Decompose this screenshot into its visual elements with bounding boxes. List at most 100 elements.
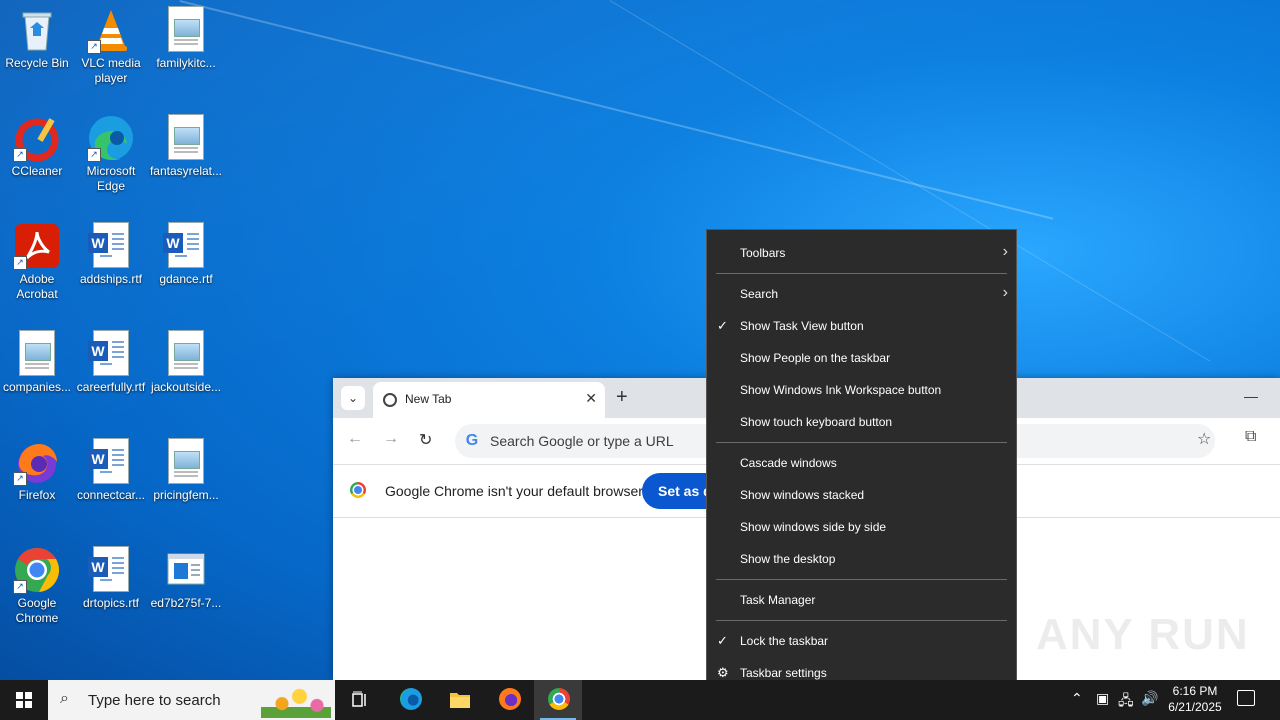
taskbar-context-menu: Toolbars › Search › ✓ Show Task View but… xyxy=(706,229,1017,697)
infobar-message: Google Chrome isn't your default browser xyxy=(385,483,643,499)
device-icon[interactable]: ▣ xyxy=(1096,690,1109,707)
tab-search-button[interactable]: ⌄ xyxy=(341,386,365,410)
menu-item-label: Lock the taskbar xyxy=(740,634,829,648)
task-view-button[interactable] xyxy=(336,680,384,720)
desktop-icon-addships[interactable]: W addships.rtf xyxy=(74,216,148,287)
taskbar-edge[interactable] xyxy=(386,680,434,720)
menu-separator xyxy=(716,442,1007,443)
desktop-icon-drtopics[interactable]: W drtopics.rtf xyxy=(74,540,148,611)
desktop-icon-ccleaner[interactable]: ↗ CCleaner xyxy=(0,108,74,179)
omnibox-placeholder: Search Google or type a URL xyxy=(490,433,674,449)
taskbar-clock[interactable]: 6:16 PM 6/21/2025 xyxy=(1160,683,1230,715)
desktop-icon-connectcar[interactable]: W connectcar... xyxy=(74,432,148,503)
volume-icon[interactable]: 🔊 xyxy=(1141,690,1158,707)
window-file-icon xyxy=(162,546,210,594)
tab-new-tab[interactable]: New Tab ✕ xyxy=(373,382,605,418)
chrome-icon xyxy=(548,688,570,710)
desktop-icon-jackoutside[interactable]: jackoutside... xyxy=(149,324,223,395)
desktop-icon-label: ed7b275f-7... xyxy=(150,596,222,610)
image-file-icon xyxy=(13,330,61,378)
edge-icon: ↗ xyxy=(87,114,135,162)
menu-separator xyxy=(716,620,1007,621)
menu-item-task-manager[interactable]: Task Manager xyxy=(707,584,1016,616)
reload-icon[interactable]: ↻ xyxy=(419,430,432,450)
desktop-icon-label: jackoutside... xyxy=(150,380,222,394)
desktop-icon-familykitc[interactable]: familykitc... xyxy=(149,0,223,71)
show-hidden-icons-chevron-icon[interactable]: ⌃ xyxy=(1071,690,1083,707)
word-file-icon: W xyxy=(87,330,135,378)
shortcut-arrow-icon: ↗ xyxy=(87,148,101,162)
close-tab-icon[interactable]: ✕ xyxy=(585,390,597,407)
network-icon[interactable]: 🖧 xyxy=(1118,690,1134,714)
action-center-icon[interactable] xyxy=(1237,690,1255,706)
menu-item-show-people[interactable]: Show People on the taskbar xyxy=(707,342,1016,374)
desktop-icon-vlc[interactable]: ↗ VLC media player xyxy=(74,0,148,86)
menu-item-windows-side-by-side[interactable]: Show windows side by side xyxy=(707,511,1016,543)
tab-title: New Tab xyxy=(405,392,452,406)
desktop-icon-label: Microsoft Edge xyxy=(86,164,136,193)
menu-item-search[interactable]: Search › xyxy=(707,278,1016,310)
start-button[interactable] xyxy=(0,680,48,720)
anyrun-watermark: ANY RUN xyxy=(1036,610,1250,659)
menu-item-label: Search xyxy=(740,287,779,301)
desktop-icon-pricingfem[interactable]: pricingfem... xyxy=(149,432,223,503)
menu-item-show-touch-keyboard[interactable]: Show touch keyboard button xyxy=(707,406,1016,438)
menu-item-show-desktop[interactable]: Show the desktop xyxy=(707,543,1016,575)
desktop-icon-acrobat[interactable]: ↗ Adobe Acrobat xyxy=(0,216,74,302)
taskbar-file-explorer[interactable] xyxy=(436,680,484,720)
menu-item-label: Show touch keyboard button xyxy=(740,415,893,429)
bookmark-star-icon[interactable]: ☆ xyxy=(1197,429,1211,449)
recycle-bin-icon xyxy=(13,6,61,54)
checkmark-icon: ✓ xyxy=(717,633,728,648)
extensions-puzzle-icon[interactable]: ⧉ xyxy=(1245,428,1256,446)
menu-item-cascade-windows[interactable]: Cascade windows xyxy=(707,447,1016,479)
desktop-icon-recycle-bin[interactable]: Recycle Bin xyxy=(0,0,74,71)
desktop-icon-careerfully[interactable]: W careerfully.rtf xyxy=(74,324,148,395)
gear-icon: ⚙ xyxy=(717,665,729,680)
desktop-icon-label: fantasyrelat... xyxy=(149,164,223,178)
minimize-button[interactable]: — xyxy=(1244,388,1258,404)
menu-item-toolbars[interactable]: Toolbars › xyxy=(707,237,1016,269)
desktop-icon-gdance[interactable]: W gdance.rtf xyxy=(149,216,223,287)
shortcut-arrow-icon: ↗ xyxy=(13,472,27,486)
chevron-right-icon: › xyxy=(1002,284,1008,301)
vlc-icon: ↗ xyxy=(87,6,135,54)
forward-arrow-icon[interactable]: → xyxy=(383,430,399,448)
clock-time: 6:16 PM xyxy=(1172,684,1218,698)
desktop-icon-companies[interactable]: companies... xyxy=(0,324,74,395)
desktop-icon-label: VLC media player xyxy=(81,56,141,85)
desktop-icon-ed7b275f[interactable]: ed7b275f-7... xyxy=(149,540,223,611)
menu-item-windows-stacked[interactable]: Show windows stacked xyxy=(707,479,1016,511)
menu-item-label: Toolbars xyxy=(740,246,786,260)
menu-item-label: Taskbar settings xyxy=(740,666,827,680)
taskbar: ⌕ Type here to search ⌃ ▣ 🖧 🔊 6:16 PM 6/… xyxy=(0,680,1280,720)
menu-item-show-ink-workspace[interactable]: Show Windows Ink Workspace button xyxy=(707,374,1016,406)
menu-item-label: Show Task View button xyxy=(740,319,864,333)
desktop-icon-edge[interactable]: ↗ Microsoft Edge xyxy=(74,108,148,194)
image-file-icon xyxy=(162,6,210,54)
firefox-icon: ↗ xyxy=(13,438,61,486)
desktop-icon-label: Adobe Acrobat xyxy=(16,272,58,301)
desktop-icon-chrome[interactable]: ↗ Google Chrome xyxy=(0,540,74,626)
menu-item-label: Show People on the taskbar xyxy=(740,351,891,365)
desktop-icon-fantasyrelat[interactable]: fantasyrelat... xyxy=(149,108,223,179)
acrobat-icon: ↗ xyxy=(13,222,61,270)
menu-item-label: Show the desktop xyxy=(740,552,836,566)
taskbar-search-box[interactable]: ⌕ Type here to search xyxy=(48,680,335,720)
menu-item-show-task-view[interactable]: ✓ Show Task View button xyxy=(707,310,1016,342)
desktop-icon-label: gdance.rtf xyxy=(159,272,213,286)
new-tab-button[interactable]: + xyxy=(616,386,628,408)
desktop-icon-firefox[interactable]: ↗ Firefox xyxy=(0,432,74,503)
desktop-icon-label: CCleaner xyxy=(11,164,63,178)
taskbar-firefox[interactable] xyxy=(485,680,533,720)
edge-icon xyxy=(400,688,422,710)
folder-icon xyxy=(450,693,470,708)
shortcut-arrow-icon: ↗ xyxy=(13,148,27,162)
desktop-icon-label: pricingfem... xyxy=(153,488,219,502)
back-arrow-icon[interactable]: ← xyxy=(347,430,363,448)
chrome-favicon-icon xyxy=(383,393,397,407)
word-file-icon: W xyxy=(87,546,135,594)
desktop-icon-label: Firefox xyxy=(18,488,56,502)
menu-item-lock-taskbar[interactable]: ✓ Lock the taskbar xyxy=(707,625,1016,657)
taskbar-chrome[interactable] xyxy=(534,680,582,720)
